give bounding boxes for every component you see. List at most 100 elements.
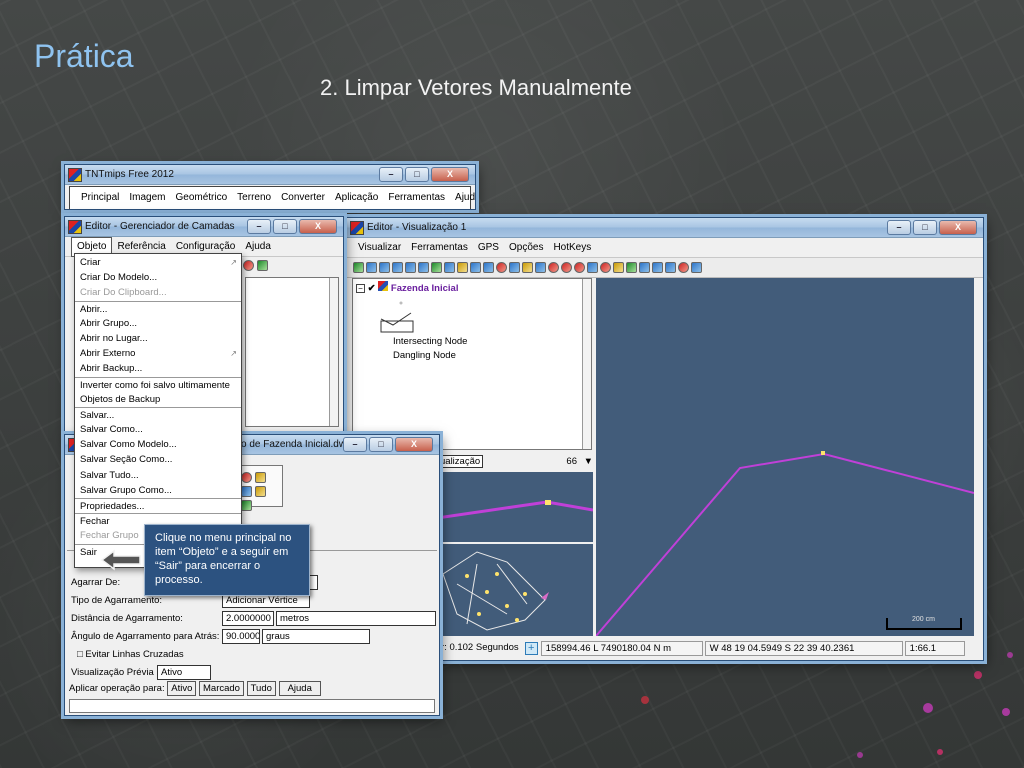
layer-list-scrollbar[interactable]	[329, 278, 338, 426]
tntmips-titlebar[interactable]: TNTmips Free 2012 – □ X	[65, 165, 475, 185]
viewer-close-button[interactable]: X	[939, 220, 977, 235]
menu-imagem[interactable]: Imagem	[124, 189, 170, 207]
menu-salvar-secao-como[interactable]: Salvar Seção Como...	[75, 452, 241, 467]
menu-salvar-como[interactable]: Salvar Como...	[75, 422, 241, 437]
expand-icon[interactable]: −	[356, 284, 365, 293]
pan-icon[interactable]	[379, 262, 390, 273]
menu-abrir[interactable]: Abrir...	[75, 300, 241, 316]
apply-all-button[interactable]: Tudo	[246, 681, 276, 696]
menu-ferramentas[interactable]: Ferramentas	[383, 189, 450, 207]
viewer-menu-gps[interactable]: GPS	[473, 239, 504, 257]
pencil-icon[interactable]	[613, 262, 624, 273]
menu-geometrico[interactable]: Geométrico	[170, 189, 232, 207]
viewer-maximize-button[interactable]: □	[913, 220, 937, 235]
pointer-icon[interactable]	[600, 262, 611, 273]
menu-criar-do-modelo[interactable]: Criar Do Modelo...	[75, 270, 241, 285]
snap-angle-input[interactable]: 90.0000	[222, 629, 260, 644]
snap-distance-unit[interactable]: metros	[276, 611, 436, 626]
viewer-window: Editor - Visualização 1 – □ X Visualizar…	[346, 217, 984, 661]
apply-active-button[interactable]: Ativo	[167, 681, 197, 696]
menu-salvar-grupo-como[interactable]: Salvar Grupo Como...	[75, 483, 241, 498]
menu-inverter[interactable]: Inverter como foi salvo ultimamente	[75, 376, 241, 392]
edit-cut-icon[interactable]	[241, 472, 252, 483]
coordinate-icon[interactable]: +	[524, 641, 538, 655]
menu-abrir-externo[interactable]: Abrir Externo	[75, 346, 241, 361]
cut-icon[interactable]	[639, 262, 650, 273]
viewer-menu-ferramentas[interactable]: Ferramentas	[406, 239, 473, 257]
edit-close-button[interactable]: X	[395, 437, 433, 452]
menu-ajuda[interactable]: Ajuda	[450, 189, 475, 207]
stop-icon[interactable]	[561, 262, 572, 273]
viewer-menu-visualizar[interactable]: Visualizar	[353, 239, 406, 257]
zoom-box-icon[interactable]	[392, 262, 403, 273]
attribute-icon[interactable]	[626, 262, 637, 273]
camera-icon[interactable]	[483, 262, 494, 273]
snap-angle-unit[interactable]: graus	[262, 629, 370, 644]
apply-marked-button[interactable]: Marcado	[199, 681, 244, 696]
menu-abrir-grupo[interactable]: Abrir Grupo...	[75, 316, 241, 331]
menu-propriedades[interactable]: Propriedades...	[75, 498, 241, 513]
binoculars-icon[interactable]	[470, 262, 481, 273]
search-icon[interactable]	[587, 262, 598, 273]
paste-icon[interactable]	[665, 262, 676, 273]
viewer-menu-opcoes[interactable]: Opções	[504, 239, 548, 257]
minimize-button[interactable]: –	[379, 167, 403, 182]
viewer-minimize-button[interactable]: –	[887, 220, 911, 235]
edit-attribute-icon[interactable]	[241, 500, 252, 511]
undo-icon[interactable]	[678, 262, 689, 273]
zoom-chevron-down-icon[interactable]: ▼	[584, 454, 593, 470]
layer-grid-icon[interactable]	[243, 260, 254, 271]
node-icon[interactable]	[535, 262, 546, 273]
menu-salvar-tudo[interactable]: Salvar Tudo...	[75, 468, 241, 483]
draw-icon[interactable]	[522, 262, 533, 273]
layer-icon[interactable]	[431, 262, 442, 273]
maximize-button[interactable]: □	[405, 167, 429, 182]
layer-raster-icon[interactable]	[256, 260, 268, 271]
menu-ajuda-gerenciador[interactable]: Ajuda	[240, 238, 276, 256]
viewer-titlebar[interactable]: Editor - Visualização 1 – □ X	[347, 218, 983, 238]
add-node-icon[interactable]	[496, 262, 507, 273]
menu-abrir-backup[interactable]: Abrir Backup...	[75, 361, 241, 376]
arrows-icon[interactable]	[548, 262, 559, 273]
delete-icon[interactable]	[574, 262, 585, 273]
refresh-icon[interactable]	[353, 262, 364, 273]
menu-converter[interactable]: Converter	[276, 189, 330, 207]
viewer-menu-hotkeys[interactable]: HotKeys	[548, 239, 596, 257]
apply-help-button[interactable]: Ajuda	[278, 681, 321, 696]
menu-salvar[interactable]: Salvar...	[75, 406, 241, 422]
measure-icon[interactable]	[457, 262, 468, 273]
menu-principal[interactable]: Principal	[76, 189, 124, 207]
close-button[interactable]: X	[431, 167, 469, 182]
edit-line-icon[interactable]	[241, 486, 252, 497]
menu-objetos-de-backup[interactable]: Objetos de Backup	[75, 392, 241, 407]
menu-terreno[interactable]: Terreno	[232, 189, 276, 207]
edit-minimize-button[interactable]: –	[343, 437, 367, 452]
snap-distance-input[interactable]: 2.0000000	[222, 611, 274, 626]
layer-manager-titlebar[interactable]: Editor - Gerenciador de Camadas – □ X	[65, 217, 343, 237]
layer-visible-checkbox[interactable]: ✔	[368, 283, 376, 294]
menu-criar[interactable]: Criar	[75, 255, 241, 270]
full-view-icon[interactable]	[366, 262, 377, 273]
copy-icon[interactable]	[652, 262, 663, 273]
select-icon[interactable]	[444, 262, 455, 273]
layer-manager-maximize-button[interactable]: □	[273, 219, 297, 234]
layer-manager-close-button[interactable]: X	[299, 219, 337, 234]
main-map-view[interactable]: 200 cm	[595, 278, 975, 637]
menu-aplicacao[interactable]: Aplicação	[330, 189, 383, 207]
grid-icon[interactable]	[509, 262, 520, 273]
zoom-out-icon[interactable]	[418, 262, 429, 273]
avoid-crossing-checkbox[interactable]: □ Evitar Linhas Cruzadas	[77, 647, 184, 663]
layer-tree-scrollbar[interactable]	[582, 279, 591, 449]
zoom-dropdown[interactable]: ualização	[437, 455, 484, 468]
menu-abrir-no-lugar[interactable]: Abrir no Lugar...	[75, 331, 241, 346]
edit-node-icon[interactable]	[254, 472, 266, 483]
layer-name[interactable]: Fazenda Inicial	[391, 283, 459, 294]
edit-join-icon[interactable]	[254, 486, 266, 497]
menu-salvar-como-modelo[interactable]: Salvar Como Modelo...	[75, 437, 241, 452]
zoom-value[interactable]: 66	[566, 454, 577, 470]
preview-dropdown[interactable]: Ativo	[157, 665, 211, 680]
redo-icon[interactable]	[691, 262, 702, 273]
zoom-in-icon[interactable]	[405, 262, 416, 273]
edit-maximize-button[interactable]: □	[369, 437, 393, 452]
layer-manager-minimize-button[interactable]: –	[247, 219, 271, 234]
